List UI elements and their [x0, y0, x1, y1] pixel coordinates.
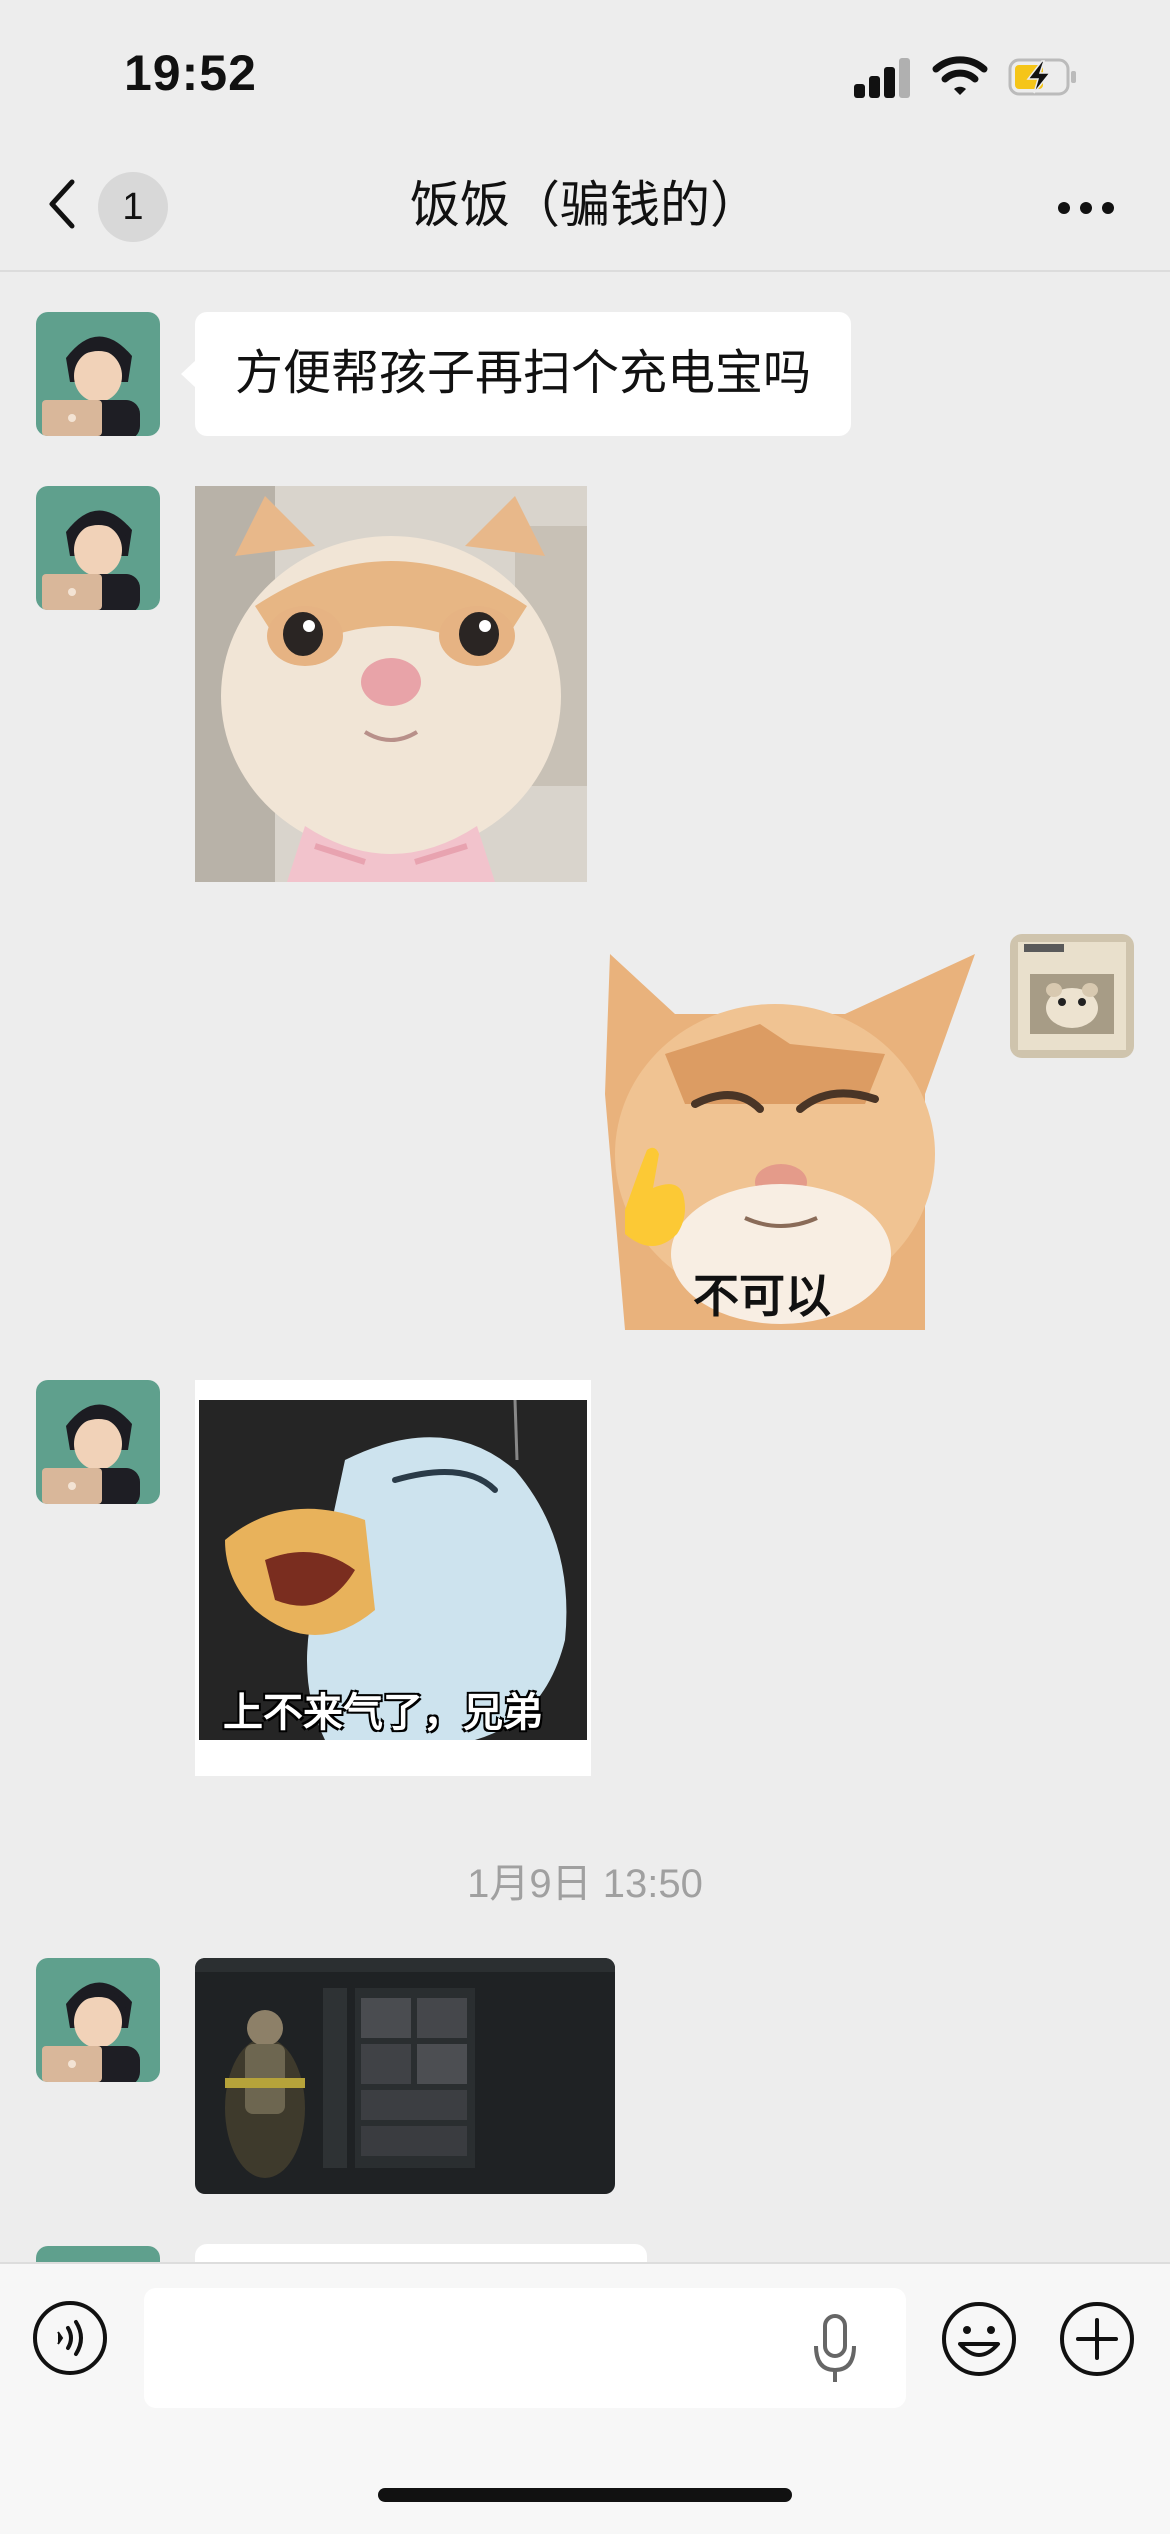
plus-icon[interactable] [1058, 2300, 1136, 2378]
cellular-signal-icon [854, 58, 912, 98]
message-image-game-screenshot[interactable] [195, 1958, 615, 2194]
contact-avatar[interactable] [36, 312, 160, 436]
message-timestamp: 1月9日 13:50 [467, 1862, 703, 1906]
back-chevron-icon[interactable] [42, 176, 82, 232]
unread-count-badge[interactable]: 1 [98, 172, 168, 242]
home-indicator[interactable] [378, 2488, 792, 2502]
message-text-bubble[interactable] [195, 2244, 647, 2262]
message-input[interactable] [144, 2288, 906, 2408]
status-bar: 19:52 [0, 0, 1170, 140]
voice-icon[interactable] [32, 2300, 108, 2376]
message-text: 方便帮孩子再扫个充电宝吗 [235, 347, 812, 400]
contact-avatar[interactable] [36, 486, 160, 610]
microphone-icon[interactable] [810, 2312, 860, 2386]
self-avatar[interactable] [1010, 934, 1134, 1058]
status-time: 19:52 [124, 45, 257, 101]
sticker-caption: 上不来气了，兄弟 [223, 1691, 543, 1735]
contact-avatar[interactable] [36, 1958, 160, 2082]
contact-avatar[interactable] [36, 2246, 160, 2262]
message-image-cat[interactable] [195, 486, 587, 882]
chat-title: 饭饭（骗钱的） [410, 177, 760, 233]
wifi-icon [932, 56, 988, 95]
message-text-bubble[interactable]: 方便帮孩子再扫个充电宝吗 [180, 312, 852, 436]
message-sticker-cat[interactable]: 不可以 [585, 934, 975, 1330]
chat-header: 1 饭饭（骗钱的） [0, 140, 1170, 272]
sticker-caption: 不可以 [693, 1270, 831, 1322]
contact-avatar[interactable] [36, 1380, 160, 1504]
battery-charging-icon [1008, 58, 1076, 96]
more-options-icon[interactable] [1056, 200, 1116, 216]
message-sticker-duck[interactable]: 上不来气了，兄弟 [195, 1380, 591, 1776]
emoji-icon[interactable] [940, 2300, 1018, 2378]
